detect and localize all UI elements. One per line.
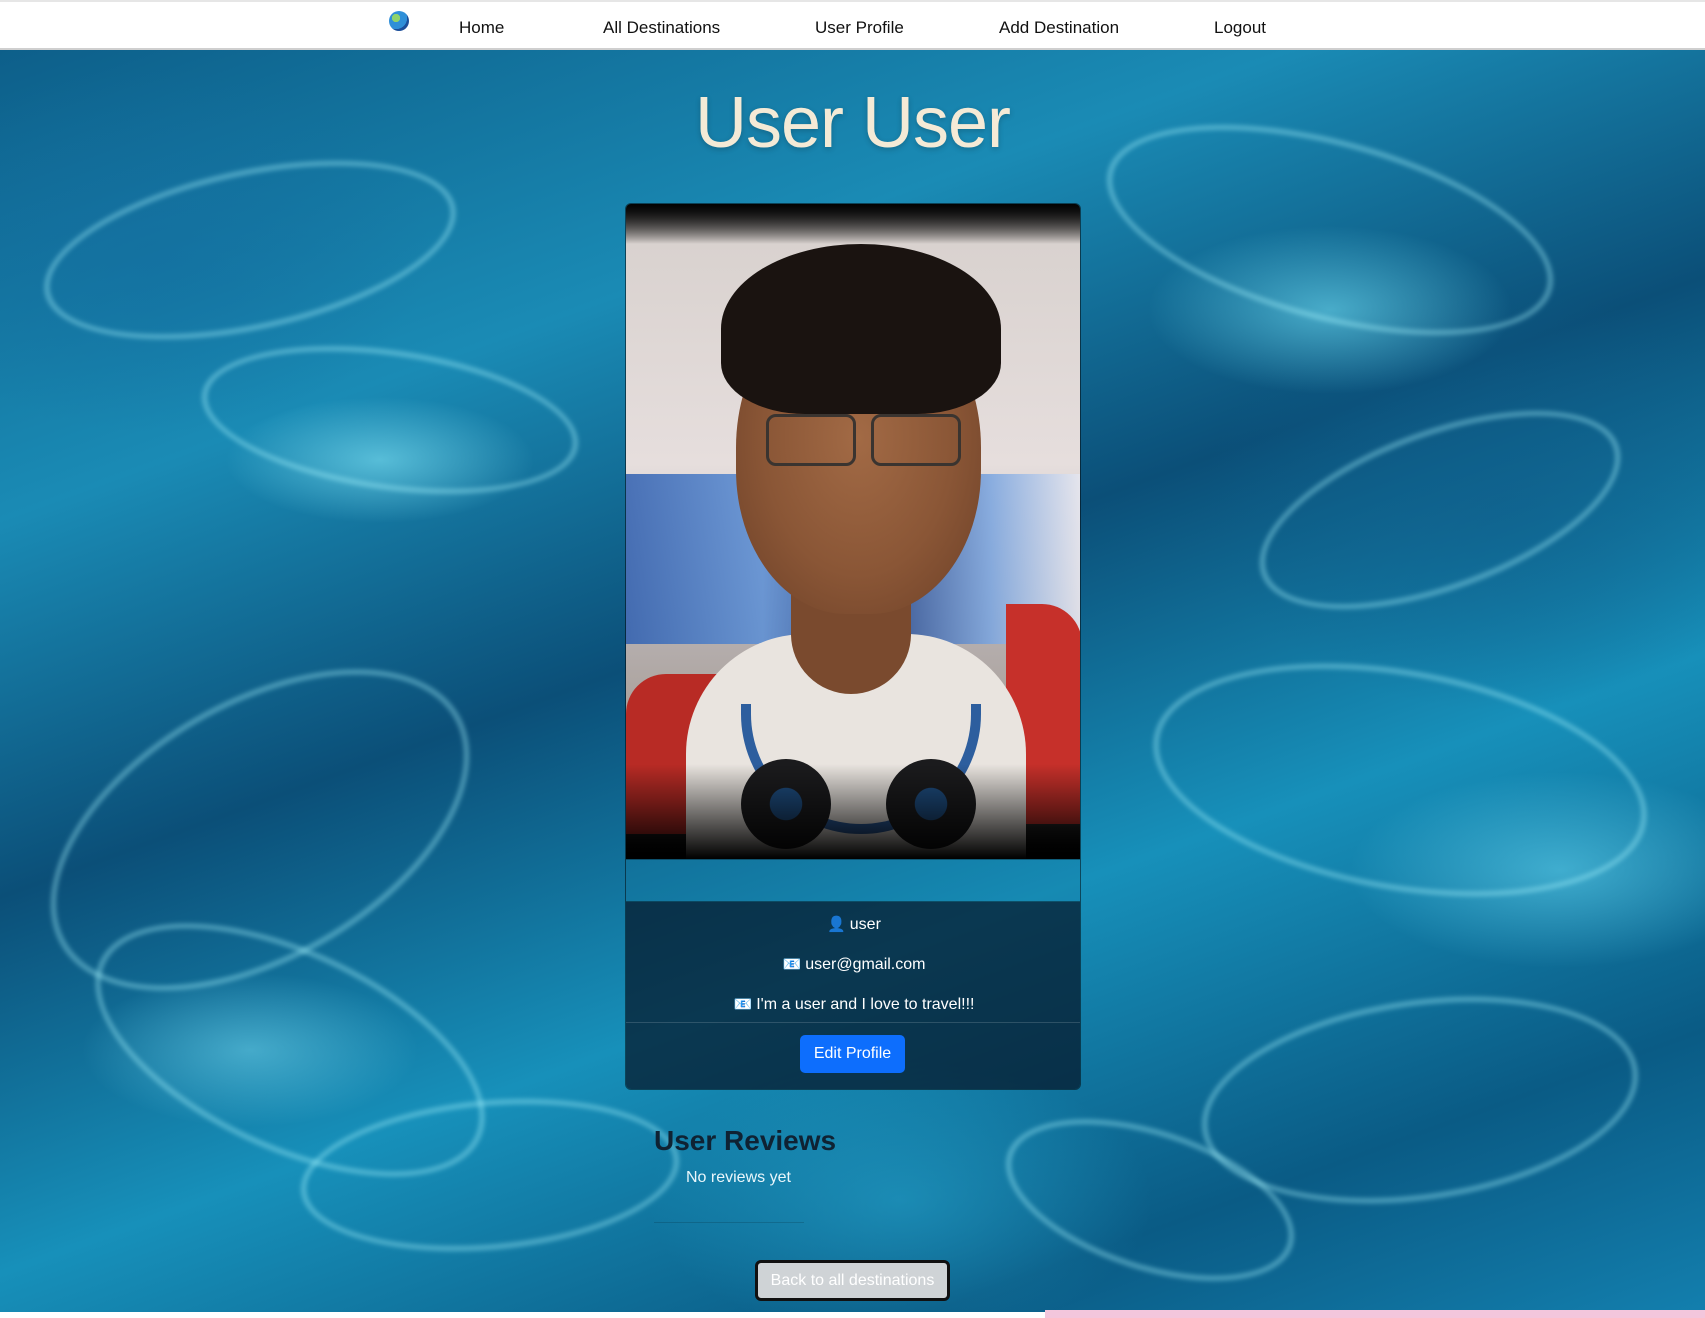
nav-user-profile-link[interactable]: User Profile — [815, 18, 904, 38]
navbar: Home All Destinations User Profile Add D… — [0, 0, 1705, 50]
nav-logout-link[interactable]: Logout — [1214, 18, 1266, 38]
email-row: 📧 user@gmail.com — [626, 955, 1080, 974]
email-text: user@gmail.com — [805, 956, 926, 973]
bio-icon: 📧 — [733, 996, 753, 1013]
username-text: user — [849, 916, 881, 933]
nav-home-link[interactable]: Home — [459, 18, 504, 38]
profile-card: 👤 user 📧 user@gmail.com 📧 I'm a user and I … — [625, 203, 1081, 1090]
back-to-destinations-button[interactable]: Back to all destinations — [755, 1260, 950, 1301]
user-icon: 👤 — [827, 916, 846, 933]
edit-profile-button[interactable]: Edit Profile — [800, 1035, 905, 1073]
reviews-title: User Reviews — [654, 1125, 837, 1156]
globe-icon[interactable] — [389, 11, 409, 31]
username-row: 👤 user — [626, 915, 1080, 934]
email-icon: 📧 — [782, 956, 802, 973]
nav-add-destination-link[interactable]: Add Destination — [999, 18, 1119, 38]
profile-photo — [626, 204, 1080, 859]
reviews-empty-text: No reviews yet — [686, 1169, 791, 1186]
bio-row: 📧 I'm a user and I love to travel!!! — [626, 995, 1080, 1014]
page-title: User User — [694, 83, 1011, 163]
nav-all-destinations-link[interactable]: All Destinations — [603, 18, 720, 38]
bio-text: I'm a user and I love to travel!!! — [756, 996, 975, 1013]
